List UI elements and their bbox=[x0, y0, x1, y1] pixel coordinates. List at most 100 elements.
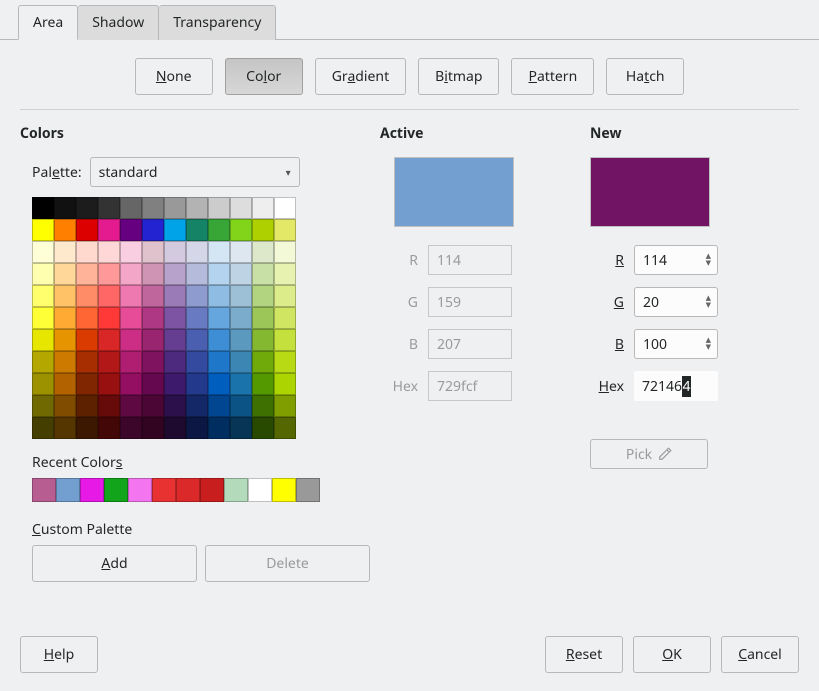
color-swatch[interactable] bbox=[164, 395, 186, 417]
color-swatch[interactable] bbox=[186, 395, 208, 417]
gradient-button[interactable]: Gradient bbox=[315, 58, 406, 95]
color-swatch[interactable] bbox=[54, 263, 76, 285]
recent-color-swatch[interactable] bbox=[32, 478, 56, 502]
color-swatch[interactable] bbox=[142, 329, 164, 351]
color-swatch[interactable] bbox=[142, 373, 164, 395]
color-swatch[interactable] bbox=[76, 219, 98, 241]
color-swatch[interactable] bbox=[32, 219, 54, 241]
color-swatch[interactable] bbox=[32, 417, 54, 439]
color-swatch[interactable] bbox=[98, 219, 120, 241]
color-swatch[interactable] bbox=[164, 307, 186, 329]
color-swatch[interactable] bbox=[274, 263, 296, 285]
color-swatch[interactable] bbox=[142, 241, 164, 263]
color-swatch[interactable] bbox=[186, 417, 208, 439]
color-swatch[interactable] bbox=[142, 285, 164, 307]
color-swatch[interactable] bbox=[98, 351, 120, 373]
color-swatch[interactable] bbox=[274, 373, 296, 395]
recent-color-swatch[interactable] bbox=[128, 478, 152, 502]
color-swatch[interactable] bbox=[76, 395, 98, 417]
color-swatch[interactable] bbox=[230, 219, 252, 241]
new-b-input[interactable]: 100 ▲▼ bbox=[634, 329, 718, 359]
color-swatch[interactable] bbox=[208, 395, 230, 417]
color-swatch[interactable] bbox=[54, 373, 76, 395]
color-swatch[interactable] bbox=[274, 417, 296, 439]
recent-color-swatch[interactable] bbox=[104, 478, 128, 502]
hatch-button[interactable]: Hatch bbox=[606, 58, 684, 95]
bitmap-button[interactable]: Bitmap bbox=[418, 58, 499, 95]
new-hex-input[interactable]: 721464 bbox=[634, 371, 718, 401]
color-swatch[interactable] bbox=[54, 197, 76, 219]
help-button[interactable]: Help bbox=[20, 636, 98, 673]
color-swatch[interactable] bbox=[98, 241, 120, 263]
color-swatch[interactable] bbox=[208, 241, 230, 263]
color-swatch[interactable] bbox=[76, 263, 98, 285]
color-swatch[interactable] bbox=[142, 197, 164, 219]
color-swatch[interactable] bbox=[164, 241, 186, 263]
color-swatch[interactable] bbox=[142, 351, 164, 373]
color-swatch[interactable] bbox=[98, 307, 120, 329]
palette-combo[interactable]: standard ▾ bbox=[90, 157, 300, 187]
color-swatch[interactable] bbox=[274, 197, 296, 219]
color-swatch[interactable] bbox=[98, 263, 120, 285]
color-swatch[interactable] bbox=[186, 373, 208, 395]
color-swatch[interactable] bbox=[208, 285, 230, 307]
color-swatch[interactable] bbox=[120, 307, 142, 329]
color-swatch[interactable] bbox=[164, 263, 186, 285]
color-swatch[interactable] bbox=[98, 285, 120, 307]
color-swatch[interactable] bbox=[120, 373, 142, 395]
add-button[interactable]: Add bbox=[32, 545, 197, 582]
recent-color-swatch[interactable] bbox=[200, 478, 224, 502]
tab-area[interactable]: Area bbox=[18, 5, 78, 40]
recent-color-swatch[interactable] bbox=[248, 478, 272, 502]
color-swatch[interactable] bbox=[186, 285, 208, 307]
color-swatch[interactable] bbox=[164, 417, 186, 439]
recent-color-swatch[interactable] bbox=[152, 478, 176, 502]
color-swatch[interactable] bbox=[120, 329, 142, 351]
color-swatch[interactable] bbox=[274, 285, 296, 307]
ok-button[interactable]: OK bbox=[633, 636, 711, 673]
color-swatch[interactable] bbox=[186, 241, 208, 263]
color-swatch[interactable] bbox=[208, 373, 230, 395]
color-swatch[interactable] bbox=[98, 197, 120, 219]
color-swatch[interactable] bbox=[54, 219, 76, 241]
color-swatch[interactable] bbox=[186, 263, 208, 285]
color-swatch[interactable] bbox=[208, 197, 230, 219]
tab-shadow[interactable]: Shadow bbox=[78, 5, 159, 40]
color-swatch[interactable] bbox=[98, 395, 120, 417]
color-swatch[interactable] bbox=[120, 197, 142, 219]
color-swatch[interactable] bbox=[230, 197, 252, 219]
color-swatch[interactable] bbox=[164, 373, 186, 395]
color-swatch[interactable] bbox=[32, 395, 54, 417]
cancel-button[interactable]: Cancel bbox=[721, 636, 799, 673]
color-swatch[interactable] bbox=[76, 417, 98, 439]
tab-transparency[interactable]: Transparency bbox=[159, 5, 276, 40]
color-swatch[interactable] bbox=[164, 285, 186, 307]
color-swatch[interactable] bbox=[186, 307, 208, 329]
color-swatch[interactable] bbox=[54, 329, 76, 351]
color-swatch[interactable] bbox=[98, 329, 120, 351]
color-swatch[interactable] bbox=[142, 219, 164, 241]
color-swatch[interactable] bbox=[186, 351, 208, 373]
color-swatch[interactable] bbox=[54, 285, 76, 307]
color-swatch[interactable] bbox=[76, 307, 98, 329]
color-swatch[interactable] bbox=[230, 395, 252, 417]
color-swatch[interactable] bbox=[54, 307, 76, 329]
color-swatch[interactable] bbox=[208, 307, 230, 329]
recent-color-swatch[interactable] bbox=[296, 478, 320, 502]
color-swatch[interactable] bbox=[164, 329, 186, 351]
color-swatch[interactable] bbox=[32, 373, 54, 395]
pattern-button[interactable]: Pattern bbox=[511, 58, 594, 95]
color-swatch[interactable] bbox=[98, 373, 120, 395]
color-swatch[interactable] bbox=[120, 417, 142, 439]
color-swatch[interactable] bbox=[252, 417, 274, 439]
new-r-input[interactable]: 114 ▲▼ bbox=[634, 245, 718, 275]
color-swatch[interactable] bbox=[32, 285, 54, 307]
new-g-input[interactable]: 20 ▲▼ bbox=[634, 287, 718, 317]
color-swatch[interactable] bbox=[54, 395, 76, 417]
color-swatch[interactable] bbox=[186, 329, 208, 351]
pick-button[interactable]: Pick bbox=[590, 439, 708, 469]
color-swatch[interactable] bbox=[120, 351, 142, 373]
color-swatch[interactable] bbox=[186, 219, 208, 241]
recent-color-swatch[interactable] bbox=[56, 478, 80, 502]
color-swatch[interactable] bbox=[76, 351, 98, 373]
